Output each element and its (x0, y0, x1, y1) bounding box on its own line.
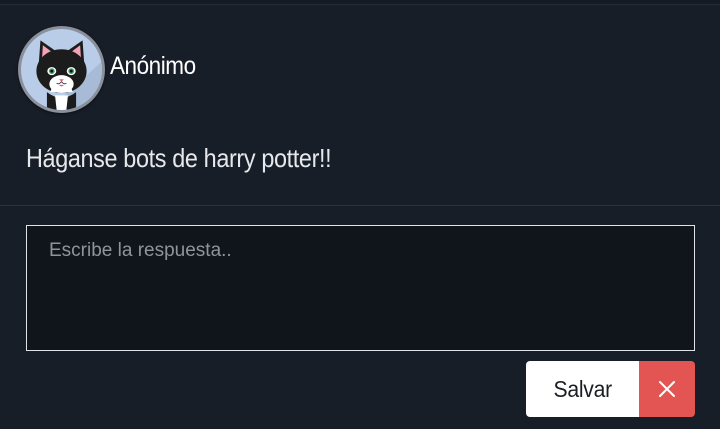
avatar-circle (21, 29, 102, 110)
reply-input[interactable] (26, 225, 695, 351)
post-text: Háganse bots de harry potter!! (26, 143, 332, 173)
post-header: Anónimo (18, 26, 205, 113)
author-name[interactable]: Anónimo (110, 52, 196, 81)
save-button[interactable]: Salvar (526, 361, 640, 417)
section-divider (0, 205, 720, 206)
close-icon (659, 381, 675, 397)
save-button-label: Salvar (553, 375, 613, 402)
reply-panel: Anónimo Háganse bots de harry potter!! S… (0, 0, 720, 429)
avatar[interactable] (18, 26, 105, 113)
top-divider (0, 0, 720, 5)
cat-avatar-icon (36, 40, 102, 110)
cancel-button[interactable] (639, 361, 695, 417)
